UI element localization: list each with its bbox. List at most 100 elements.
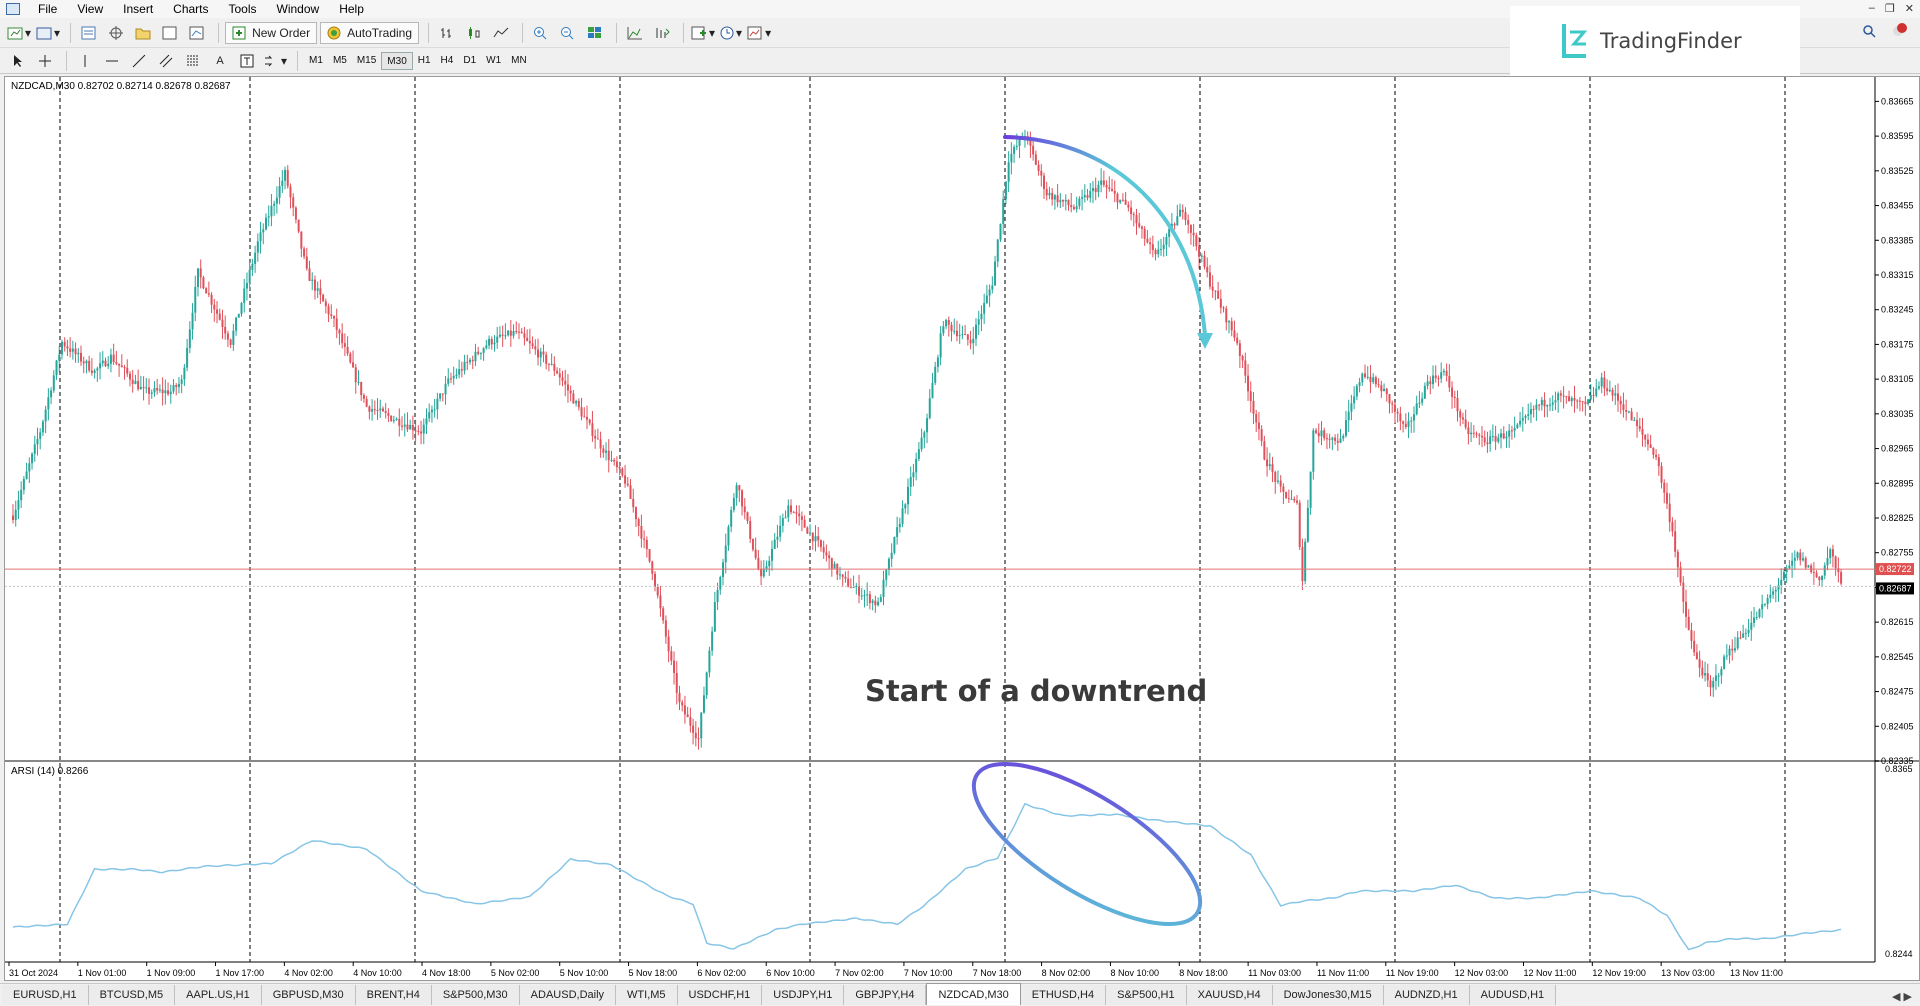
candle-body xyxy=(806,527,809,534)
candle-body xyxy=(1064,199,1067,202)
timeframe-w1[interactable]: W1 xyxy=(481,52,506,70)
chart-window[interactable]: 0.83665 0.83595 0.83525 0.83455 0.83385 0.833… xyxy=(4,76,1920,981)
candle-body xyxy=(871,600,874,604)
new-order-button[interactable]: New Order xyxy=(225,21,318,44)
navigator-button[interactable] xyxy=(131,22,155,44)
timeframe-h4[interactable]: H4 xyxy=(436,52,459,70)
candle-body xyxy=(822,547,825,553)
menu-file[interactable]: File xyxy=(28,0,67,18)
chart-tab-aapl-us-h1[interactable]: AAPL.US,H1 xyxy=(175,985,262,1005)
indicators-button[interactable]: ▾ xyxy=(690,22,716,44)
notifications-icon[interactable] xyxy=(1890,22,1908,40)
chart-tab-usdchf-h1[interactable]: USDCHF,H1 xyxy=(677,985,763,1005)
chart-tab-dowjones30-m15[interactable]: DowJones30,M15 xyxy=(1272,985,1384,1005)
menu-help[interactable]: Help xyxy=(329,0,374,18)
menu-charts[interactable]: Charts xyxy=(163,0,218,18)
toolbar-separator xyxy=(616,22,618,43)
data-window-button[interactable] xyxy=(104,22,128,44)
candle-body xyxy=(123,367,126,369)
menu-insert[interactable]: Insert xyxy=(113,0,163,18)
menu-window[interactable]: Window xyxy=(267,0,330,18)
chart-tab-btcusd-m5[interactable]: BTCUSD,M5 xyxy=(88,985,176,1005)
templates-button[interactable]: ▾ xyxy=(746,22,772,44)
time-tick-label: 8 Nov 10:00 xyxy=(1110,968,1159,978)
search-icon[interactable] xyxy=(1862,24,1876,38)
candle-body xyxy=(1247,375,1250,392)
candle-body xyxy=(1013,147,1016,154)
candle-body xyxy=(882,579,885,598)
market-watch-button[interactable] xyxy=(77,22,101,44)
new-chart-button[interactable]: ▾ xyxy=(6,22,32,44)
bar-chart-button[interactable] xyxy=(435,22,459,44)
candle-body xyxy=(1233,330,1236,338)
candle-body xyxy=(1570,398,1573,402)
chart-tab-wti-m5[interactable]: WTI,M5 xyxy=(616,985,678,1005)
channel-icon xyxy=(159,54,173,67)
terminal-button[interactable] xyxy=(158,22,182,44)
trendline-button[interactable] xyxy=(127,50,151,72)
close-icon[interactable]: ✕ xyxy=(1905,2,1914,15)
auto-trading-button[interactable]: AutoTrading xyxy=(320,21,420,44)
timeframe-m1[interactable]: M1 xyxy=(304,52,328,70)
candlestick-button[interactable] xyxy=(462,22,486,44)
candle-body xyxy=(1260,429,1263,442)
chart-tab-gbpjpy-h4[interactable]: GBPJPY,H4 xyxy=(844,985,927,1005)
timeframe-m15[interactable]: M15 xyxy=(352,52,381,70)
candle-body xyxy=(1687,616,1690,631)
tile-windows-button[interactable] xyxy=(583,22,607,44)
minimize-icon[interactable]: – xyxy=(1869,2,1875,15)
chart-tab-usdjpy-h1[interactable]: USDJPY,H1 xyxy=(762,985,845,1005)
chart-grid xyxy=(5,77,1919,963)
candle-body xyxy=(1486,442,1489,445)
text-label-button[interactable] xyxy=(235,50,259,72)
chart-tab-s-p500-h1[interactable]: S&P500,H1 xyxy=(1106,985,1187,1005)
horizontal-line-button[interactable] xyxy=(100,50,124,72)
text-button[interactable]: A xyxy=(208,50,232,72)
price-chart[interactable]: 0.83665 0.83595 0.83525 0.83455 0.83385 0.833… xyxy=(5,77,1919,980)
chart-tab-xauusd-h4[interactable]: XAUUSD,H4 xyxy=(1186,985,1273,1005)
zoom-in-button[interactable] xyxy=(529,22,553,44)
fibonacci-button[interactable] xyxy=(181,50,205,72)
line-chart-button[interactable] xyxy=(489,22,513,44)
chart-tab-nzdcad-m30[interactable]: NZDCAD,M30 xyxy=(926,983,1021,1005)
candle-body xyxy=(1660,466,1663,483)
candle-body xyxy=(1146,238,1149,243)
candle-body xyxy=(931,382,934,399)
restore-icon[interactable]: ❐ xyxy=(1885,2,1895,15)
chart-tab-ethusd-h4[interactable]: ETHUSD,H4 xyxy=(1020,985,1107,1005)
timeframe-h1[interactable]: H1 xyxy=(413,52,436,70)
zoom-out-button[interactable] xyxy=(556,22,580,44)
periods-button[interactable]: ▾ xyxy=(719,22,743,44)
autoscroll-button[interactable] xyxy=(650,22,674,44)
downtrend-arrowhead xyxy=(1197,333,1213,349)
chart-tab-audusd-h1[interactable]: AUDUSD,H1 xyxy=(1469,985,1557,1005)
tab-scroll-icon[interactable]: ◀ ▶ xyxy=(1892,990,1912,1003)
profiles-button[interactable]: ▾ xyxy=(35,22,61,44)
cursor-button[interactable] xyxy=(6,50,30,72)
menu-view[interactable]: View xyxy=(67,0,113,18)
chart-tab-s-p500-m30[interactable]: S&P500,M30 xyxy=(431,985,520,1005)
crosshair-button[interactable] xyxy=(33,50,57,72)
timeframe-mn[interactable]: MN xyxy=(506,52,532,70)
candle-body xyxy=(1777,585,1780,590)
menu-tools[interactable]: Tools xyxy=(219,0,267,18)
timeframe-m30[interactable]: M30 xyxy=(381,51,413,70)
candle-body xyxy=(1494,436,1497,442)
chart-tab-gbpusd-m30[interactable]: GBPUSD,M30 xyxy=(261,985,356,1005)
channel-button[interactable] xyxy=(154,50,178,72)
chart-shift-button[interactable] xyxy=(623,22,647,44)
vertical-line-button[interactable] xyxy=(73,50,97,72)
sub-axis-top-label: 0.8365 xyxy=(1885,764,1913,774)
timeframe-d1[interactable]: D1 xyxy=(458,52,481,70)
chart-tab-audnzd-h1[interactable]: AUDNZD,H1 xyxy=(1383,985,1470,1005)
strategy-tester-button[interactable] xyxy=(185,22,209,44)
timeframe-m5[interactable]: M5 xyxy=(328,52,352,70)
candle-body xyxy=(1540,399,1543,406)
arrows-button[interactable]: ▾ xyxy=(262,50,288,72)
chart-tab-adausd-daily[interactable]: ADAUSD,Daily xyxy=(519,985,617,1005)
chart-tab-eurusd-h1[interactable]: EURUSD,H1 xyxy=(2,985,89,1005)
candle-body xyxy=(1412,414,1415,421)
chart-tab-brent-h4[interactable]: BRENT,H4 xyxy=(355,985,432,1005)
horizontal-line-icon xyxy=(106,60,118,61)
candle-body xyxy=(904,504,907,509)
